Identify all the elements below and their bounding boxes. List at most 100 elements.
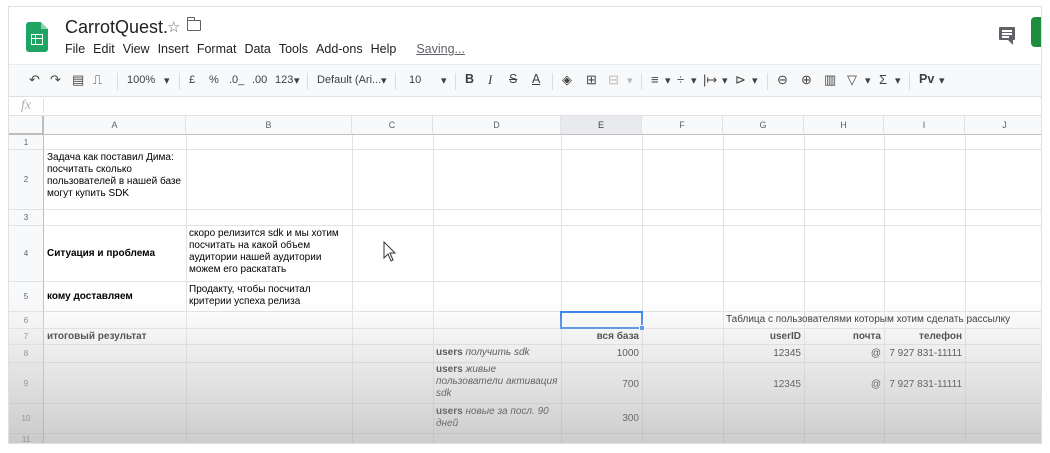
cell-i7[interactable]: телефон [887, 331, 962, 344]
font-size-select[interactable]: 10 [409, 74, 421, 86]
spreadsheet-grid[interactable]: A B C D E F G H I J 1 2 3 4 5 6 7 8 9 10… [9, 116, 1041, 443]
menu-view[interactable]: View [123, 41, 150, 57]
cell-d10[interactable]: users новые за посл. 90 дней [436, 406, 558, 432]
fill-color-icon[interactable]: ◈ [562, 72, 572, 88]
cell-d8[interactable]: users получить sdk [436, 347, 558, 361]
undo-icon[interactable]: ↶ [29, 72, 40, 88]
increase-decimals-button[interactable]: .00 [252, 74, 267, 86]
move-folder-icon[interactable] [187, 17, 201, 31]
active-cell-selection[interactable] [560, 311, 643, 329]
cell-h7[interactable]: почта [807, 331, 881, 344]
italic-button[interactable]: I [488, 72, 492, 88]
cell-e7[interactable]: вся база [564, 331, 639, 344]
insert-chart-icon[interactable]: ▥ [824, 72, 836, 88]
document-title[interactable]: CarrotQuest. [65, 17, 168, 38]
cell-h8[interactable]: @ [807, 348, 881, 361]
filter-icon[interactable]: ▽ [847, 72, 857, 88]
percent-format-button[interactable]: % [209, 74, 219, 86]
google-sheets-icon[interactable] [26, 22, 48, 52]
functions-icon[interactable]: Σ [879, 72, 887, 87]
column-header-g[interactable]: G [723, 116, 804, 135]
fill-handle[interactable] [639, 325, 645, 331]
chevron-down-icon[interactable]: ▾ [895, 74, 901, 87]
chevron-down-icon[interactable]: ▾ [665, 74, 671, 87]
column-header-d[interactable]: D [433, 116, 561, 135]
zoom-select[interactable]: 100% [127, 74, 155, 86]
chevron-down-icon[interactable]: ▾ [441, 74, 447, 87]
merge-cells-icon[interactable]: ⊟ [608, 72, 619, 88]
row-header-3[interactable]: 3 [9, 210, 44, 226]
cell-g8[interactable]: 12345 [726, 348, 801, 361]
insert-comment-icon[interactable]: ⊕ [801, 72, 812, 88]
cell-a7[interactable]: итоговый результат [47, 331, 183, 344]
redo-icon[interactable]: ↷ [50, 72, 61, 88]
row-header-8[interactable]: 8 [9, 345, 44, 363]
chevron-down-icon[interactable]: ▾ [752, 74, 758, 87]
menu-edit[interactable]: Edit [93, 41, 115, 57]
menu-tools[interactable]: Tools [279, 41, 308, 57]
chevron-down-icon[interactable]: ▾ [691, 74, 697, 87]
cell-i9[interactable]: 7 927 831-11111 [887, 379, 962, 392]
cell-a2[interactable]: Задача как поставил Дима: посчитать скол… [47, 152, 183, 208]
vertical-align-icon[interactable]: ÷ [677, 72, 684, 87]
cell-g7[interactable]: userID [726, 331, 801, 344]
column-header-h[interactable]: H [804, 116, 884, 135]
chevron-down-icon[interactable]: ▾ [722, 74, 728, 87]
column-header-a[interactable]: A [44, 116, 186, 135]
formula-input[interactable] [51, 100, 1011, 113]
strikethrough-button[interactable]: S [509, 72, 517, 86]
cell-e8[interactable]: 1000 [564, 348, 639, 361]
column-header-j[interactable]: J [965, 116, 1041, 135]
number-format-select[interactable]: 123 [275, 74, 293, 86]
row-header-4[interactable]: 4 [9, 226, 44, 282]
cell-a4[interactable]: Ситуация и проблема [47, 248, 183, 261]
menu-file[interactable]: File [65, 41, 85, 57]
paint-format-icon[interactable]: ⎍ [93, 72, 102, 88]
text-rotation-icon[interactable]: ⊳ [735, 72, 746, 88]
menu-help[interactable]: Help [371, 41, 397, 57]
bold-button[interactable]: B [465, 72, 474, 86]
column-header-b[interactable]: B [186, 116, 352, 135]
row-header-6[interactable]: 6 [9, 312, 44, 329]
row-header-5[interactable]: 5 [9, 282, 44, 312]
menu-data[interactable]: Data [244, 41, 270, 57]
row-header-7[interactable]: 7 [9, 329, 44, 345]
chevron-down-icon[interactable]: ▾ [294, 74, 300, 87]
insert-link-icon[interactable]: ⊖ [777, 72, 788, 88]
chevron-down-icon[interactable]: ▾ [939, 74, 945, 87]
print-icon[interactable]: ▤ [72, 72, 84, 88]
column-header-c[interactable]: C [352, 116, 433, 135]
cell-g9[interactable]: 12345 [726, 379, 801, 392]
menu-format[interactable]: Format [197, 41, 237, 57]
cell-h9[interactable]: @ [807, 379, 881, 392]
row-header-11[interactable]: 11 [9, 434, 44, 443]
cell-b4[interactable]: скоро релизится sdk и мы хотим посчитать… [189, 228, 349, 280]
menu-add-ons[interactable]: Add-ons [316, 41, 363, 57]
currency-format-button[interactable]: £ [189, 74, 195, 86]
cell-e9[interactable]: 700 [564, 379, 639, 392]
horizontal-align-icon[interactable]: ≡ [651, 72, 659, 87]
cell-b5[interactable]: Продакту, чтобы посчитал критерии успеха… [189, 284, 349, 310]
cell-a5[interactable]: кому доставляем [47, 291, 183, 304]
select-all-corner[interactable] [9, 116, 44, 135]
row-header-2[interactable]: 2 [9, 150, 44, 210]
text-wrapping-icon[interactable]: |↦ [703, 72, 717, 88]
chevron-down-icon[interactable]: ▾ [865, 74, 871, 87]
saving-status[interactable]: Saving... [416, 41, 465, 57]
column-header-f[interactable]: F [642, 116, 723, 135]
text-color-button[interactable]: A [532, 72, 540, 86]
chevron-down-icon[interactable]: ▾ [627, 74, 633, 87]
column-header-e[interactable]: E [561, 116, 642, 135]
row-header-1[interactable]: 1 [9, 135, 44, 150]
share-button[interactable] [1031, 17, 1041, 47]
star-icon[interactable]: ☆ [167, 18, 180, 36]
cell-i8[interactable]: 7 927 831-11111 [887, 348, 962, 361]
cell-d9[interactable]: users живые пользователи активация sdk [436, 364, 558, 403]
column-header-i[interactable]: I [884, 116, 965, 135]
comment-history-icon[interactable] [999, 27, 1015, 45]
cell-e10[interactable]: 300 [564, 413, 639, 426]
chevron-down-icon[interactable]: ▾ [381, 74, 387, 87]
font-family-select[interactable]: Default (Ari... [317, 74, 381, 86]
addon-button[interactable]: Pv [919, 72, 934, 86]
decrease-decimals-button[interactable]: .0_ [229, 74, 244, 86]
